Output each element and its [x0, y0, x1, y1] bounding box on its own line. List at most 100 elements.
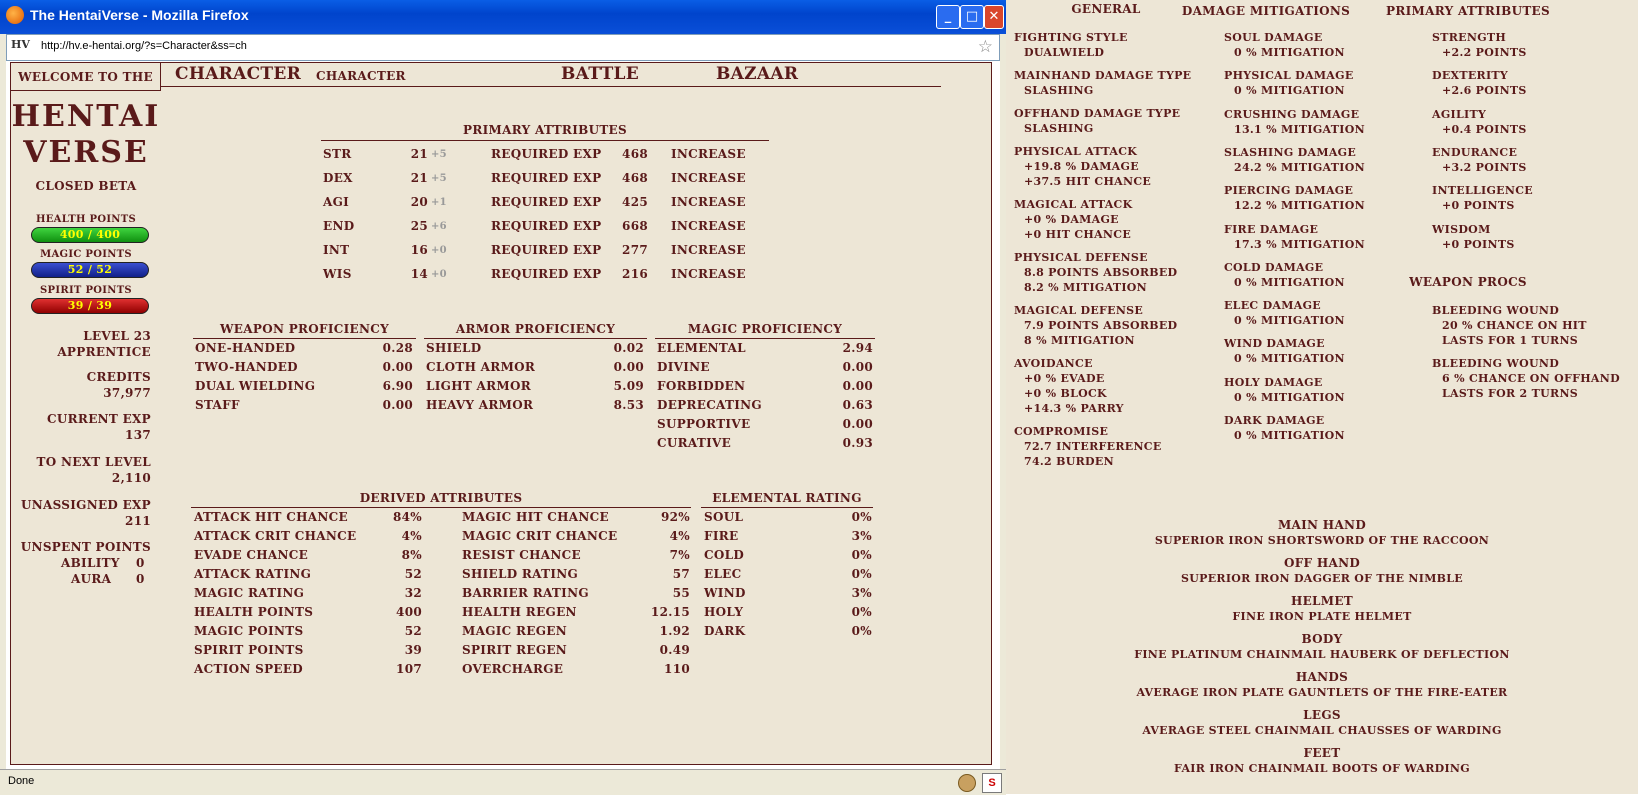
required-exp-value: 668	[622, 219, 648, 233]
table-row: Overcharge 110	[462, 660, 690, 679]
url-text[interactable]: http://hv.e-hentai.org/?s=Character&ss=c…	[41, 40, 247, 52]
mitigation-value: 0 % Mitigation	[1234, 429, 1345, 442]
table-row: Staff 0.00	[195, 396, 413, 415]
increase-button[interactable]: Increase	[671, 217, 746, 236]
attr-value: 16	[410, 243, 428, 257]
row-value: 110	[664, 662, 690, 676]
logo-line1: HENTAI	[11, 99, 161, 134]
unassigned-exp-label: Unassigned Exp	[20, 498, 151, 512]
attr-value: 25	[410, 219, 428, 233]
increase-button[interactable]: Increase	[671, 145, 746, 164]
row-value: 7%	[669, 548, 690, 562]
row-value: 5.09	[613, 379, 644, 393]
level-text: Level 23	[83, 329, 151, 343]
required-exp-label: Required Exp	[491, 147, 602, 161]
table-row: Evade Chance 8%	[194, 546, 422, 565]
tab-character[interactable]: Character	[175, 64, 301, 84]
browser-window: The HentaiVerse - Mozilla Firefox _ □ ✕ …	[0, 0, 1006, 795]
primary-value: +2.2 Points	[1442, 46, 1527, 59]
row-value: 39	[404, 643, 422, 657]
mitigation-heading: Piercing Damage	[1224, 184, 1354, 198]
increase-button[interactable]: Increase	[671, 241, 746, 260]
unassigned-exp-value: 211	[125, 514, 151, 528]
increase-button[interactable]: Increase	[671, 193, 746, 212]
addon-face-icon[interactable]	[958, 774, 976, 792]
table-row: Supportive 0.00	[657, 415, 873, 434]
row-label: Evade Chance	[194, 548, 309, 562]
mitigation-title: Damage Mitigations	[1181, 4, 1351, 18]
row-value: 0%	[851, 510, 872, 524]
attr-name: INT	[323, 243, 350, 257]
maximize-button[interactable]: □	[960, 5, 984, 29]
primary-row: END 25 +6 Required Exp 668 Increase	[323, 217, 773, 236]
general-value: +0 % Block	[1024, 387, 1107, 400]
bookmark-star-icon[interactable]: ☆	[978, 37, 993, 57]
attr-value: 20	[410, 195, 428, 209]
mitigation-value: 24.2 % Mitigation	[1234, 160, 1365, 174]
row-value: 8.53	[613, 398, 644, 412]
table-row: Magic Crit Chance 4%	[462, 527, 690, 546]
elemental-title: Elemental Rating	[712, 491, 862, 505]
subtab-character[interactable]: Character	[316, 69, 406, 83]
increase-button[interactable]: Increase	[671, 265, 746, 284]
general-value: +0 Hit Chance	[1024, 228, 1132, 241]
primary-row: STR 21 +5 Required Exp 468 Increase	[323, 145, 773, 164]
row-label: Health Points	[194, 605, 314, 619]
row-label: Forbidden	[657, 379, 746, 393]
general-value: 8.8 Points Absorbed	[1024, 266, 1178, 279]
equipment-item: Average Iron Plate Gauntlets of the Fire…	[1136, 686, 1508, 699]
row-value: 0.00	[382, 398, 413, 412]
attr-name: DEX	[323, 171, 353, 185]
row-value: 8%	[401, 548, 422, 562]
ability-label: Ability	[61, 556, 120, 570]
table-row: Magic Points 52	[194, 622, 422, 641]
equipment-slot: Hands	[1295, 670, 1349, 684]
row-label: Attack Crit Chance	[194, 529, 357, 543]
close-button[interactable]: ✕	[984, 5, 1004, 29]
row-label: Curative	[657, 436, 732, 450]
primary-heading: Intelligence	[1432, 184, 1533, 198]
tab-bazaar[interactable]: Bazaar	[716, 64, 798, 84]
equipment-item: Average Steel Chainmail Chausses of Ward…	[1142, 724, 1502, 737]
row-value: 0.00	[842, 417, 873, 431]
row-label: Heavy Armor	[426, 398, 534, 412]
attr-bonus: +5	[431, 173, 447, 184]
equipment-slot: Helmet	[1290, 594, 1354, 608]
address-bar[interactable]: HV http://hv.e-hentai.org/?s=Character&s…	[6, 34, 1000, 61]
general-heading: Mainhand Damage Type	[1014, 69, 1192, 82]
table-row: Elemental 2.94	[657, 339, 873, 358]
primary-value: +0 Points	[1442, 199, 1515, 213]
proc-heading: Bleeding Wound	[1432, 357, 1560, 370]
row-value: 0.49	[659, 643, 690, 657]
row-label: Spirit Points	[194, 643, 304, 657]
mitigation-heading: Elec Damage	[1224, 299, 1321, 313]
equipment-item: Fine Platinum Chainmail Hauberk of Defle…	[1134, 648, 1510, 661]
row-label: Magic Crit Chance	[462, 529, 618, 543]
addon-s-icon[interactable]: S	[982, 773, 1002, 793]
row-label: Magic Points	[194, 624, 304, 638]
row-value: 1.92	[659, 624, 690, 638]
table-row: Attack Rating 52	[194, 565, 422, 584]
tab-battle[interactable]: Battle	[561, 64, 639, 84]
table-row: Light Armor 5.09	[426, 377, 644, 396]
row-label: Health Regen	[462, 605, 577, 619]
increase-button[interactable]: Increase	[671, 169, 746, 188]
row-value: 6.90	[382, 379, 413, 393]
mitigation-heading: Cold Damage	[1224, 260, 1324, 274]
hv-logo: HENTAI VERSE	[11, 99, 161, 171]
proc-heading: Bleeding Wound	[1432, 304, 1560, 317]
required-exp-label: Required Exp	[491, 219, 602, 233]
row-label: Cloth Armor	[426, 360, 536, 374]
equipment-item: Superior Iron Shortsword of the Raccoon	[1154, 534, 1490, 547]
current-exp-value: 137	[125, 428, 151, 442]
general-value: +37.5 Hit Chance	[1024, 175, 1152, 188]
general-value: 72.7 Interference	[1024, 440, 1162, 453]
table-row: Spirit Points 39	[194, 641, 422, 660]
minimize-button[interactable]: _	[936, 5, 960, 29]
spirit-label: Spirit Points	[40, 285, 132, 296]
row-label: Soul	[704, 510, 744, 524]
row-value: 0.28	[382, 341, 413, 355]
attr-bonus: +6	[431, 221, 447, 232]
primary-title: Primary Attributes	[463, 123, 627, 137]
equipment-slot: Main Hand	[1277, 518, 1367, 532]
